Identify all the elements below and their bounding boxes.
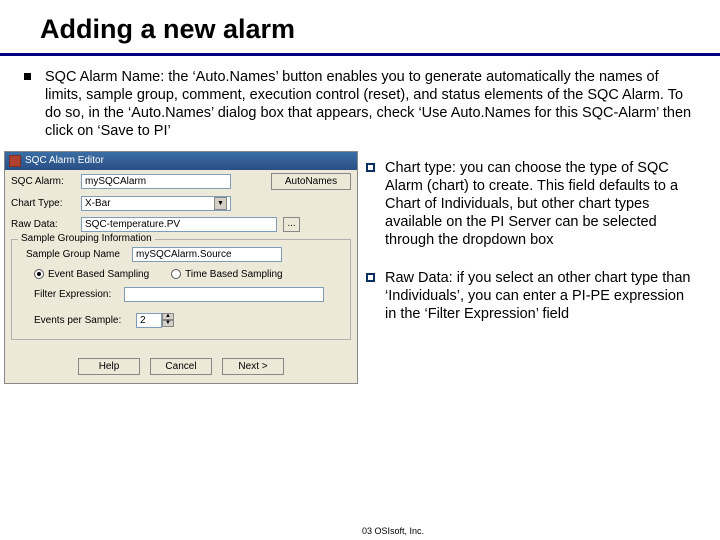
help-button[interactable]: Help bbox=[78, 358, 140, 375]
window-titlebar[interactable]: SQC Alarm Editor bbox=[5, 152, 357, 170]
raw-data-input[interactable]: SQC-temperature.PV bbox=[81, 217, 277, 232]
autonames-button[interactable]: AutoNames bbox=[271, 173, 351, 190]
sqc-alarm-input[interactable]: mySQCAlarm bbox=[81, 174, 231, 189]
sqc-alarm-editor-window: SQC Alarm Editor SQC Alarm: mySQCAlarm A… bbox=[4, 151, 358, 384]
sub-bullet-text: Chart type: you can choose the type of S… bbox=[385, 159, 698, 250]
square-bullet-icon bbox=[366, 273, 375, 282]
sub-bullet-text: Raw Data: if you select an other chart t… bbox=[385, 269, 698, 323]
radio-icon bbox=[171, 269, 181, 279]
copyright-text: 03 OSIsoft, Inc. bbox=[362, 526, 424, 536]
sample-group-input[interactable]: mySQCAlarm.Source bbox=[132, 247, 282, 262]
app-icon bbox=[9, 155, 21, 167]
spinner-up-icon[interactable]: ▲ bbox=[162, 313, 174, 320]
group-title: Sample Grouping Information bbox=[18, 233, 155, 244]
events-per-sample-label: Events per Sample: bbox=[34, 315, 130, 326]
sqc-alarm-label: SQC Alarm: bbox=[11, 176, 75, 187]
raw-data-label: Raw Data: bbox=[11, 219, 75, 230]
chart-type-label: Chart Type: bbox=[11, 198, 75, 209]
events-per-sample-value: 2 bbox=[136, 313, 162, 328]
chart-type-select[interactable]: X-Bar ▼ bbox=[81, 196, 231, 211]
sample-group-label: Sample Group Name bbox=[26, 249, 126, 260]
window-title: SQC Alarm Editor bbox=[25, 155, 104, 166]
main-bullet-text: SQC Alarm Name: the ‘Auto.Names’ button … bbox=[45, 68, 696, 141]
sample-grouping-group: Sample Grouping Information Sample Group… bbox=[11, 239, 351, 340]
chart-type-value: X-Bar bbox=[85, 198, 111, 209]
square-bullet-icon bbox=[366, 163, 375, 172]
cancel-button[interactable]: Cancel bbox=[150, 358, 212, 375]
bullet-dot-icon bbox=[24, 73, 31, 80]
browse-button[interactable]: ... bbox=[283, 217, 300, 232]
filter-expression-input[interactable] bbox=[124, 287, 324, 302]
sub-bullet: Raw Data: if you select an other chart t… bbox=[366, 269, 698, 323]
slide-title: Adding a new alarm bbox=[0, 0, 720, 53]
radio-event-label: Event Based Sampling bbox=[48, 269, 149, 280]
time-based-radio[interactable]: Time Based Sampling bbox=[171, 269, 282, 280]
next-button[interactable]: Next > bbox=[222, 358, 284, 375]
chevron-down-icon: ▼ bbox=[214, 197, 227, 210]
events-per-sample-stepper[interactable]: 2 ▲ ▼ bbox=[136, 313, 174, 328]
main-bullet: SQC Alarm Name: the ‘Auto.Names’ button … bbox=[0, 56, 720, 151]
event-based-radio[interactable]: Event Based Sampling bbox=[34, 269, 149, 280]
filter-expression-label: Filter Expression: bbox=[34, 289, 118, 300]
radio-icon bbox=[34, 269, 44, 279]
spinner-down-icon[interactable]: ▼ bbox=[162, 320, 174, 327]
radio-time-label: Time Based Sampling bbox=[185, 269, 282, 280]
sub-bullet: Chart type: you can choose the type of S… bbox=[366, 159, 698, 250]
